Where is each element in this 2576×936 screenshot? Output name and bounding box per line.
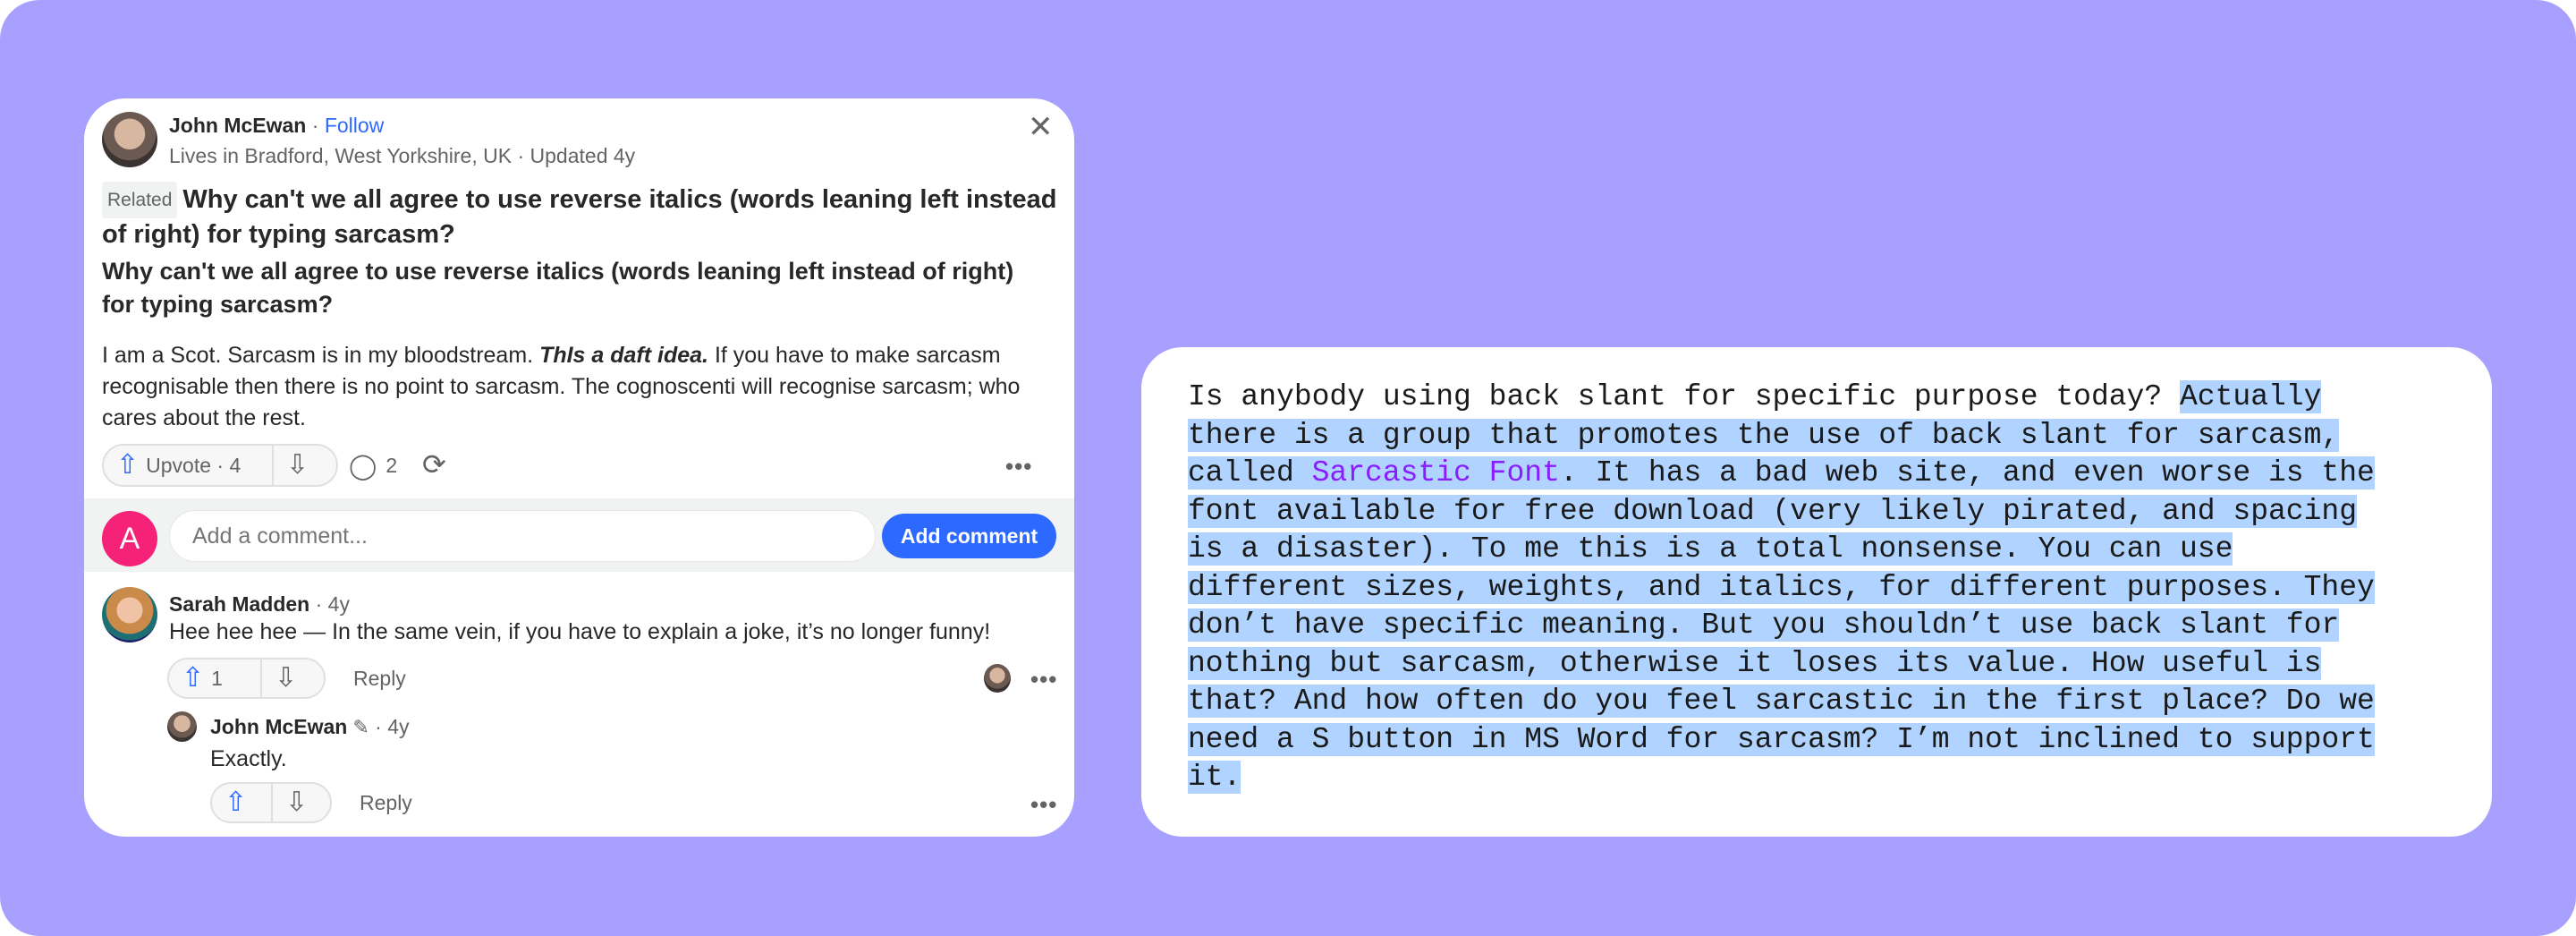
- reply-more-icon[interactable]: •••: [1030, 791, 1057, 819]
- reply-button[interactable]: Reply: [353, 667, 406, 691]
- comment-downvote-button[interactable]: ⇩: [262, 659, 309, 697]
- upvote-label: Upvote · 4: [146, 453, 242, 477]
- question-title[interactable]: Why can't we all agree to use reverse it…: [102, 255, 1050, 321]
- arrow-up-icon: ⇧: [116, 450, 140, 480]
- more-options-icon[interactable]: •••: [1005, 453, 1032, 481]
- author-meta: Lives in Bradford, West Yorkshire, UK · …: [169, 144, 636, 167]
- line: is a disaster). To me this is a total no…: [1188, 532, 2233, 566]
- body-emphasis: ThIs a daft idea.: [539, 343, 708, 368]
- vote-pill: ⇧ Upvote · 4 ⇩: [102, 444, 338, 487]
- arrow-down-icon: ⇩: [286, 450, 309, 480]
- reply-upvote-button[interactable]: ⇧: [212, 784, 271, 821]
- comment-bubble-icon: ◯: [349, 452, 377, 480]
- close-icon[interactable]: ✕: [1028, 109, 1054, 145]
- comment-upvote-count: 1: [211, 666, 223, 690]
- excerpt-card: Is anybody using back slant for specific…: [1141, 347, 2492, 837]
- author-name[interactable]: John McEwan: [169, 114, 306, 137]
- line: need a S button in MS Word for sarcasm? …: [1188, 722, 2375, 756]
- comment-time: · 4y: [309, 592, 350, 616]
- reply-downvote-button[interactable]: ⇩: [273, 784, 320, 821]
- body-text: I am a Scot. Sarcasm is in my bloodstrea…: [102, 343, 540, 368]
- arrow-up-icon: ⇧: [182, 663, 205, 693]
- line: called Sarcastic Font. It has a bad web …: [1188, 456, 2375, 489]
- line: don’t have specific meaning. But you sho…: [1188, 608, 2340, 642]
- related-question-text: Why can't we all agree to use reverse it…: [102, 185, 1057, 249]
- reply-header: John McEwan ✎ · 4y: [210, 715, 410, 739]
- reply-author-name[interactable]: John McEwan: [210, 715, 347, 738]
- reply-avatar[interactable]: [167, 711, 197, 742]
- comments-button[interactable]: ◯ 2: [349, 451, 397, 481]
- pencil-icon: ✎: [352, 716, 369, 738]
- upvote-button[interactable]: ⇧ Upvote · 4: [104, 446, 272, 485]
- reply-author-avatar: [984, 664, 1011, 693]
- line: there is a group that promotes the use o…: [1188, 418, 2340, 452]
- comment-upvote-button[interactable]: ⇧ 1: [169, 659, 260, 697]
- comment-header: Sarah Madden · 4y: [169, 592, 350, 617]
- reply-vote-pill: ⇧ ⇩: [210, 782, 332, 823]
- add-comment-button[interactable]: Add comment: [882, 514, 1056, 558]
- answer-body: I am a Scot. Sarcasm is in my bloodstrea…: [102, 340, 1063, 434]
- downvote-button[interactable]: ⇩: [274, 446, 321, 485]
- follow-button[interactable]: Follow: [325, 114, 384, 137]
- author-avatar[interactable]: [102, 112, 157, 167]
- commenter-avatar[interactable]: [102, 587, 157, 642]
- related-badge: Related: [102, 182, 178, 218]
- commenter-name[interactable]: Sarah Madden: [169, 592, 309, 616]
- comment-count: 2: [386, 454, 398, 477]
- comment-vote-pill: ⇧ 1 ⇩: [167, 658, 326, 699]
- comment-more-icon[interactable]: •••: [1030, 666, 1057, 693]
- line: nothing but sarcasm, otherwise it loses …: [1188, 646, 2322, 680]
- author-line: John McEwan · Follow: [169, 114, 384, 138]
- separator: ·: [306, 114, 325, 137]
- share-icon[interactable]: ⟳: [422, 447, 446, 481]
- comment-input[interactable]: [169, 510, 876, 562]
- user-avatar: A: [102, 511, 157, 566]
- sarcastic-font-link[interactable]: Sarcastic Font: [1312, 456, 1560, 489]
- line: different sizes, weights, and italics, f…: [1188, 570, 2375, 604]
- reply-text: Exactly.: [210, 746, 287, 771]
- line: font available for free download (very l…: [1188, 494, 2358, 528]
- line: it.: [1188, 761, 1241, 794]
- arrow-up-icon: ⇧: [225, 787, 248, 817]
- reply-button[interactable]: Reply: [360, 791, 412, 815]
- arrow-down-icon: ⇩: [285, 787, 309, 817]
- related-question[interactable]: Related Why can't we all agree to use rev…: [102, 182, 1059, 251]
- quora-answer-card: John McEwan · Follow Lives in Bradford, …: [84, 98, 1074, 837]
- excerpt-text: Is anybody using back slant for specific…: [1188, 379, 2375, 797]
- reply-time: · 4y: [369, 715, 410, 738]
- arrow-down-icon: ⇩: [275, 663, 298, 693]
- line: Is anybody using back slant for specific…: [1188, 380, 2322, 413]
- line: that? And how often do you feel sarcasti…: [1188, 685, 2375, 718]
- comment-text: Hee hee hee — In the same vein, if you h…: [169, 619, 991, 644]
